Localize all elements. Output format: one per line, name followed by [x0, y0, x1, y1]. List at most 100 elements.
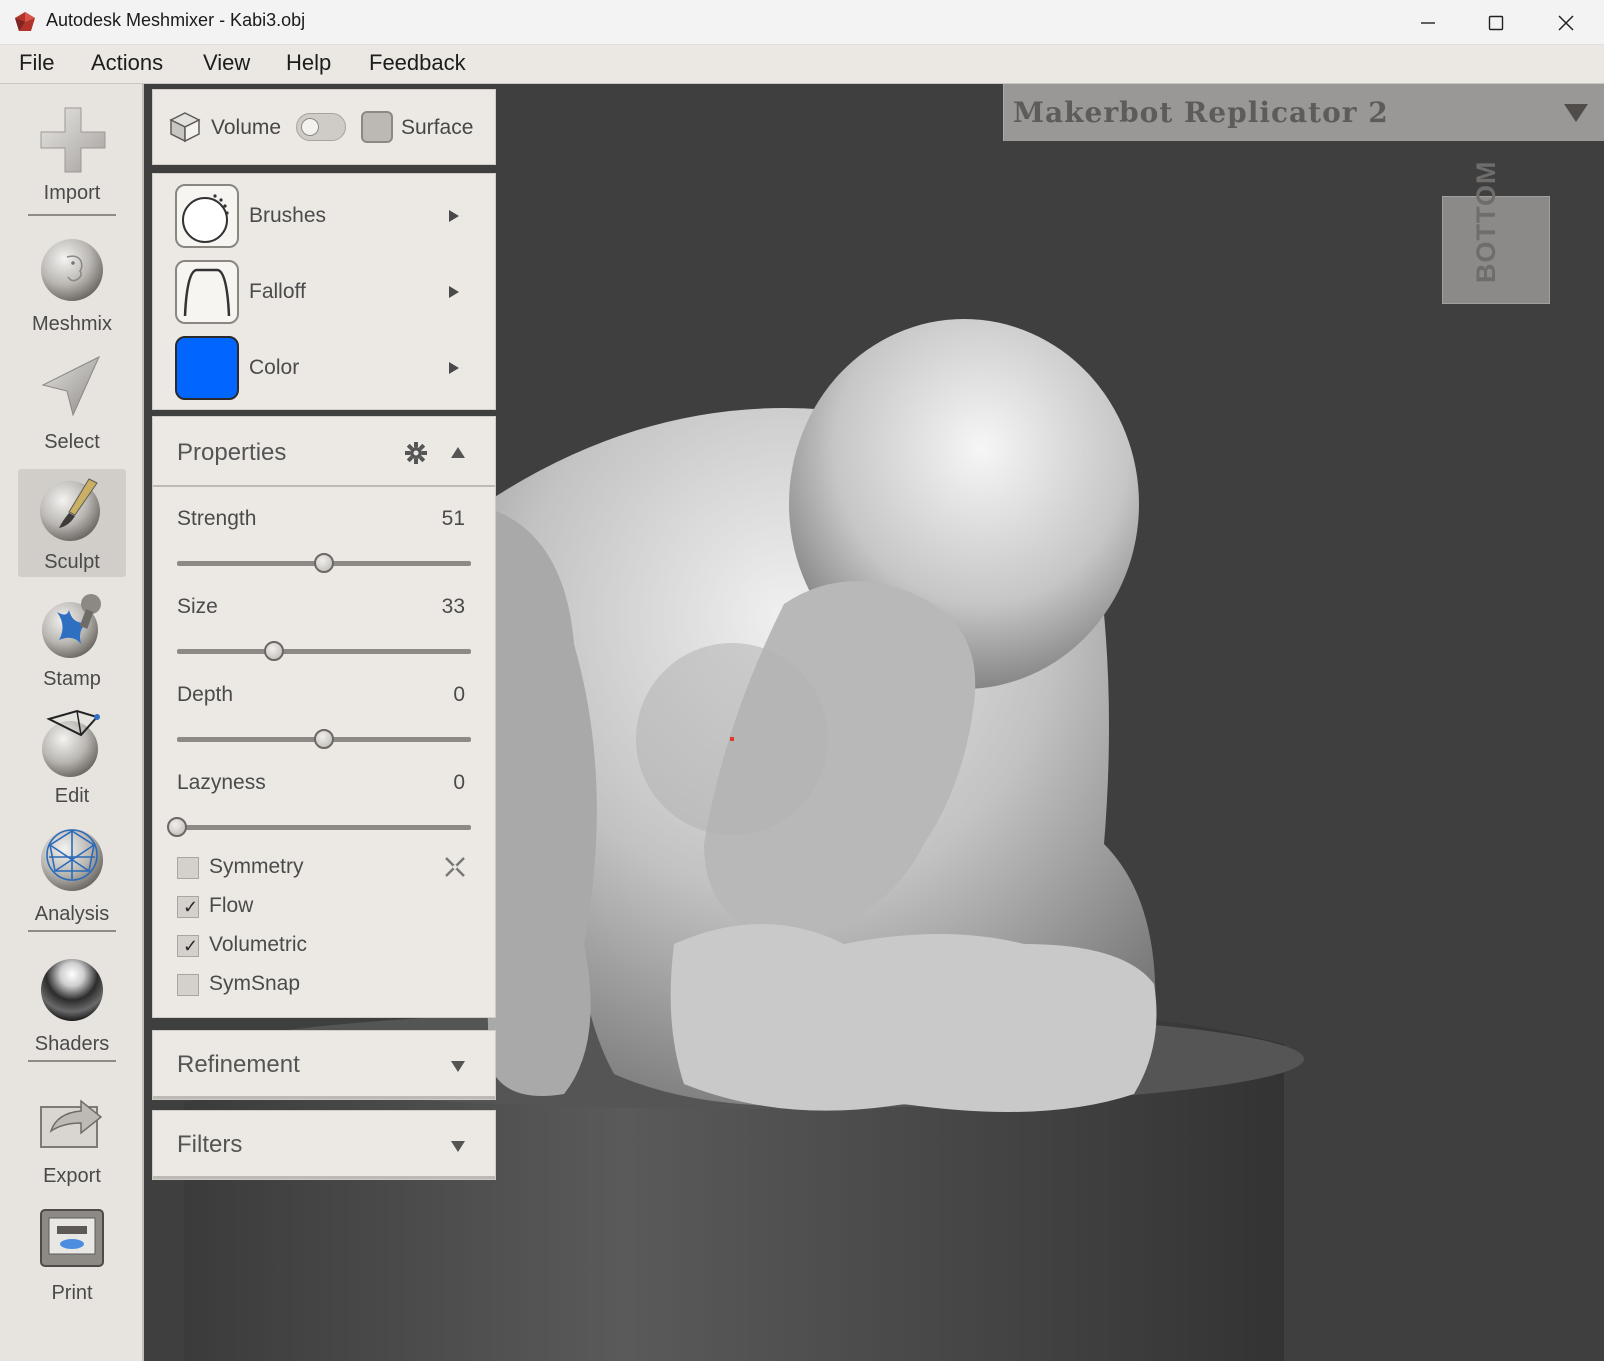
- analysis-label: Analysis: [34, 903, 110, 925]
- slider-handle[interactable]: [167, 817, 187, 837]
- properties-title: Properties: [177, 439, 287, 466]
- chevron-down-icon: [1564, 104, 1588, 122]
- switch-knob: [301, 118, 319, 136]
- filters-section[interactable]: Filters: [152, 1110, 496, 1180]
- select-tool[interactable]: Select: [18, 349, 126, 457]
- menu-help[interactable]: Help: [286, 50, 331, 76]
- shaders-label: Shaders: [34, 1033, 110, 1055]
- size-slider[interactable]: [177, 641, 471, 661]
- minimize-button[interactable]: [1398, 0, 1458, 45]
- stamp-label: Stamp: [43, 668, 101, 690]
- face-sphere-icon: [41, 239, 103, 301]
- expand-right-icon: [449, 210, 459, 222]
- sculpt-mode-toggle: Volume Surface: [152, 89, 496, 165]
- expand-right-icon: [449, 362, 459, 374]
- volume-label[interactable]: Volume: [211, 116, 281, 140]
- import-label: Import: [43, 182, 101, 204]
- falloff-curve-icon: [175, 260, 239, 324]
- expand-right-icon: [449, 286, 459, 298]
- section-divider: [153, 1176, 495, 1179]
- toolbar-divider: [28, 930, 116, 932]
- flow-label: Flow: [209, 894, 254, 917]
- symsnap-label: SymSnap: [209, 972, 301, 995]
- stamp-tool[interactable]: Stamp: [18, 586, 126, 694]
- gear-icon[interactable]: [405, 442, 427, 464]
- left-toolbar: Import Meshmix Select Sculpt Stamp Edit …: [0, 84, 144, 1361]
- flow-option[interactable]: ✓ Flow: [177, 894, 477, 924]
- meshmix-label: Meshmix: [31, 313, 112, 335]
- lazyness-slider[interactable]: [167, 817, 471, 837]
- brushes-label: Brushes: [249, 204, 327, 227]
- view-cube[interactable]: BOTTOM: [1442, 161, 1550, 304]
- strength-slider[interactable]: [177, 553, 471, 573]
- checkmark-icon: ✓: [183, 897, 199, 917]
- cube-icon: [169, 112, 201, 143]
- strength-label: Strength: [177, 507, 257, 530]
- meshmix-tool[interactable]: Meshmix: [18, 231, 126, 339]
- symmetry-checkbox[interactable]: [177, 857, 199, 879]
- checkmark-icon: ✓: [183, 936, 199, 956]
- menu-actions[interactable]: Actions: [91, 50, 163, 76]
- strength-value[interactable]: 51: [442, 507, 465, 531]
- falloff-row[interactable]: Falloff: [175, 260, 475, 326]
- size-value[interactable]: 33: [442, 595, 465, 619]
- falloff-label: Falloff: [249, 280, 306, 303]
- symmetry-option[interactable]: Symmetry: [177, 855, 477, 885]
- refinement-section[interactable]: Refinement: [152, 1030, 496, 1100]
- properties-header[interactable]: Properties: [153, 417, 495, 487]
- chrome-sphere-icon: [41, 959, 103, 1021]
- surface-label[interactable]: Surface: [401, 116, 473, 140]
- import-tool[interactable]: Import: [18, 100, 126, 208]
- surface-icon: [361, 111, 393, 143]
- export-arrow-icon: [40, 1099, 103, 1148]
- printer-selector[interactable]: Makerbot Replicator 2: [1003, 84, 1604, 141]
- properties-panel: Properties Strength 51 Size 33 Depth 0 L…: [152, 416, 496, 1018]
- menu-bar: File Actions View Help Feedback: [0, 45, 1604, 84]
- select-label: Select: [44, 431, 100, 453]
- slider-handle[interactable]: [314, 553, 334, 573]
- menu-view[interactable]: View: [203, 50, 250, 76]
- brush-circle-icon: [175, 184, 239, 248]
- arrow-pointer-icon: [41, 355, 101, 417]
- slider-handle[interactable]: [314, 729, 334, 749]
- color-row[interactable]: Color: [175, 336, 475, 402]
- symmetry-tool-icon[interactable]: [443, 855, 467, 879]
- maximize-button[interactable]: [1466, 0, 1526, 45]
- depth-slider[interactable]: [177, 729, 471, 749]
- section-divider: [153, 1096, 495, 1099]
- chevron-down-icon: [451, 1061, 465, 1072]
- stamp-icon: [42, 594, 101, 658]
- menu-file[interactable]: File: [19, 50, 54, 76]
- flow-checkbox[interactable]: ✓: [177, 896, 199, 918]
- export-tool[interactable]: Export: [18, 1083, 126, 1191]
- brushes-row[interactable]: Brushes: [175, 184, 475, 250]
- window-title: Autodesk Meshmixer - Kabi3.obj: [46, 10, 306, 30]
- slider-handle[interactable]: [264, 641, 285, 661]
- print-tool[interactable]: Print: [18, 1200, 126, 1308]
- symsnap-checkbox[interactable]: [177, 974, 199, 996]
- volumetric-checkbox[interactable]: ✓: [177, 935, 199, 957]
- edit-tool[interactable]: Edit: [18, 703, 126, 811]
- filters-title: Filters: [177, 1131, 243, 1158]
- lazyness-value[interactable]: 0: [453, 771, 465, 795]
- close-icon: [1558, 14, 1574, 31]
- chevron-down-icon: [451, 1141, 465, 1152]
- symsnap-option[interactable]: SymSnap: [177, 972, 477, 1002]
- volume-surface-switch[interactable]: [296, 113, 346, 141]
- plus-icon: [40, 107, 106, 173]
- edit-label: Edit: [54, 785, 90, 807]
- close-button[interactable]: [1536, 0, 1596, 45]
- depth-label: Depth: [177, 683, 234, 706]
- shaders-tool[interactable]: Shaders: [18, 951, 126, 1059]
- menu-feedback[interactable]: Feedback: [369, 50, 466, 76]
- toolbar-divider: [28, 1060, 116, 1062]
- sculpt-tool[interactable]: Sculpt: [18, 469, 126, 577]
- analysis-tool[interactable]: Analysis: [18, 821, 126, 929]
- depth-value[interactable]: 0: [453, 683, 465, 707]
- printer-name: Makerbot Replicator 2: [1013, 96, 1389, 129]
- brush-settings-panel: Brushes Falloff Color: [152, 173, 496, 410]
- collapse-up-icon[interactable]: [451, 447, 465, 458]
- size-label: Size: [177, 595, 218, 618]
- minimize-icon: [1421, 21, 1435, 24]
- volumetric-option[interactable]: ✓ Volumetric: [177, 933, 477, 963]
